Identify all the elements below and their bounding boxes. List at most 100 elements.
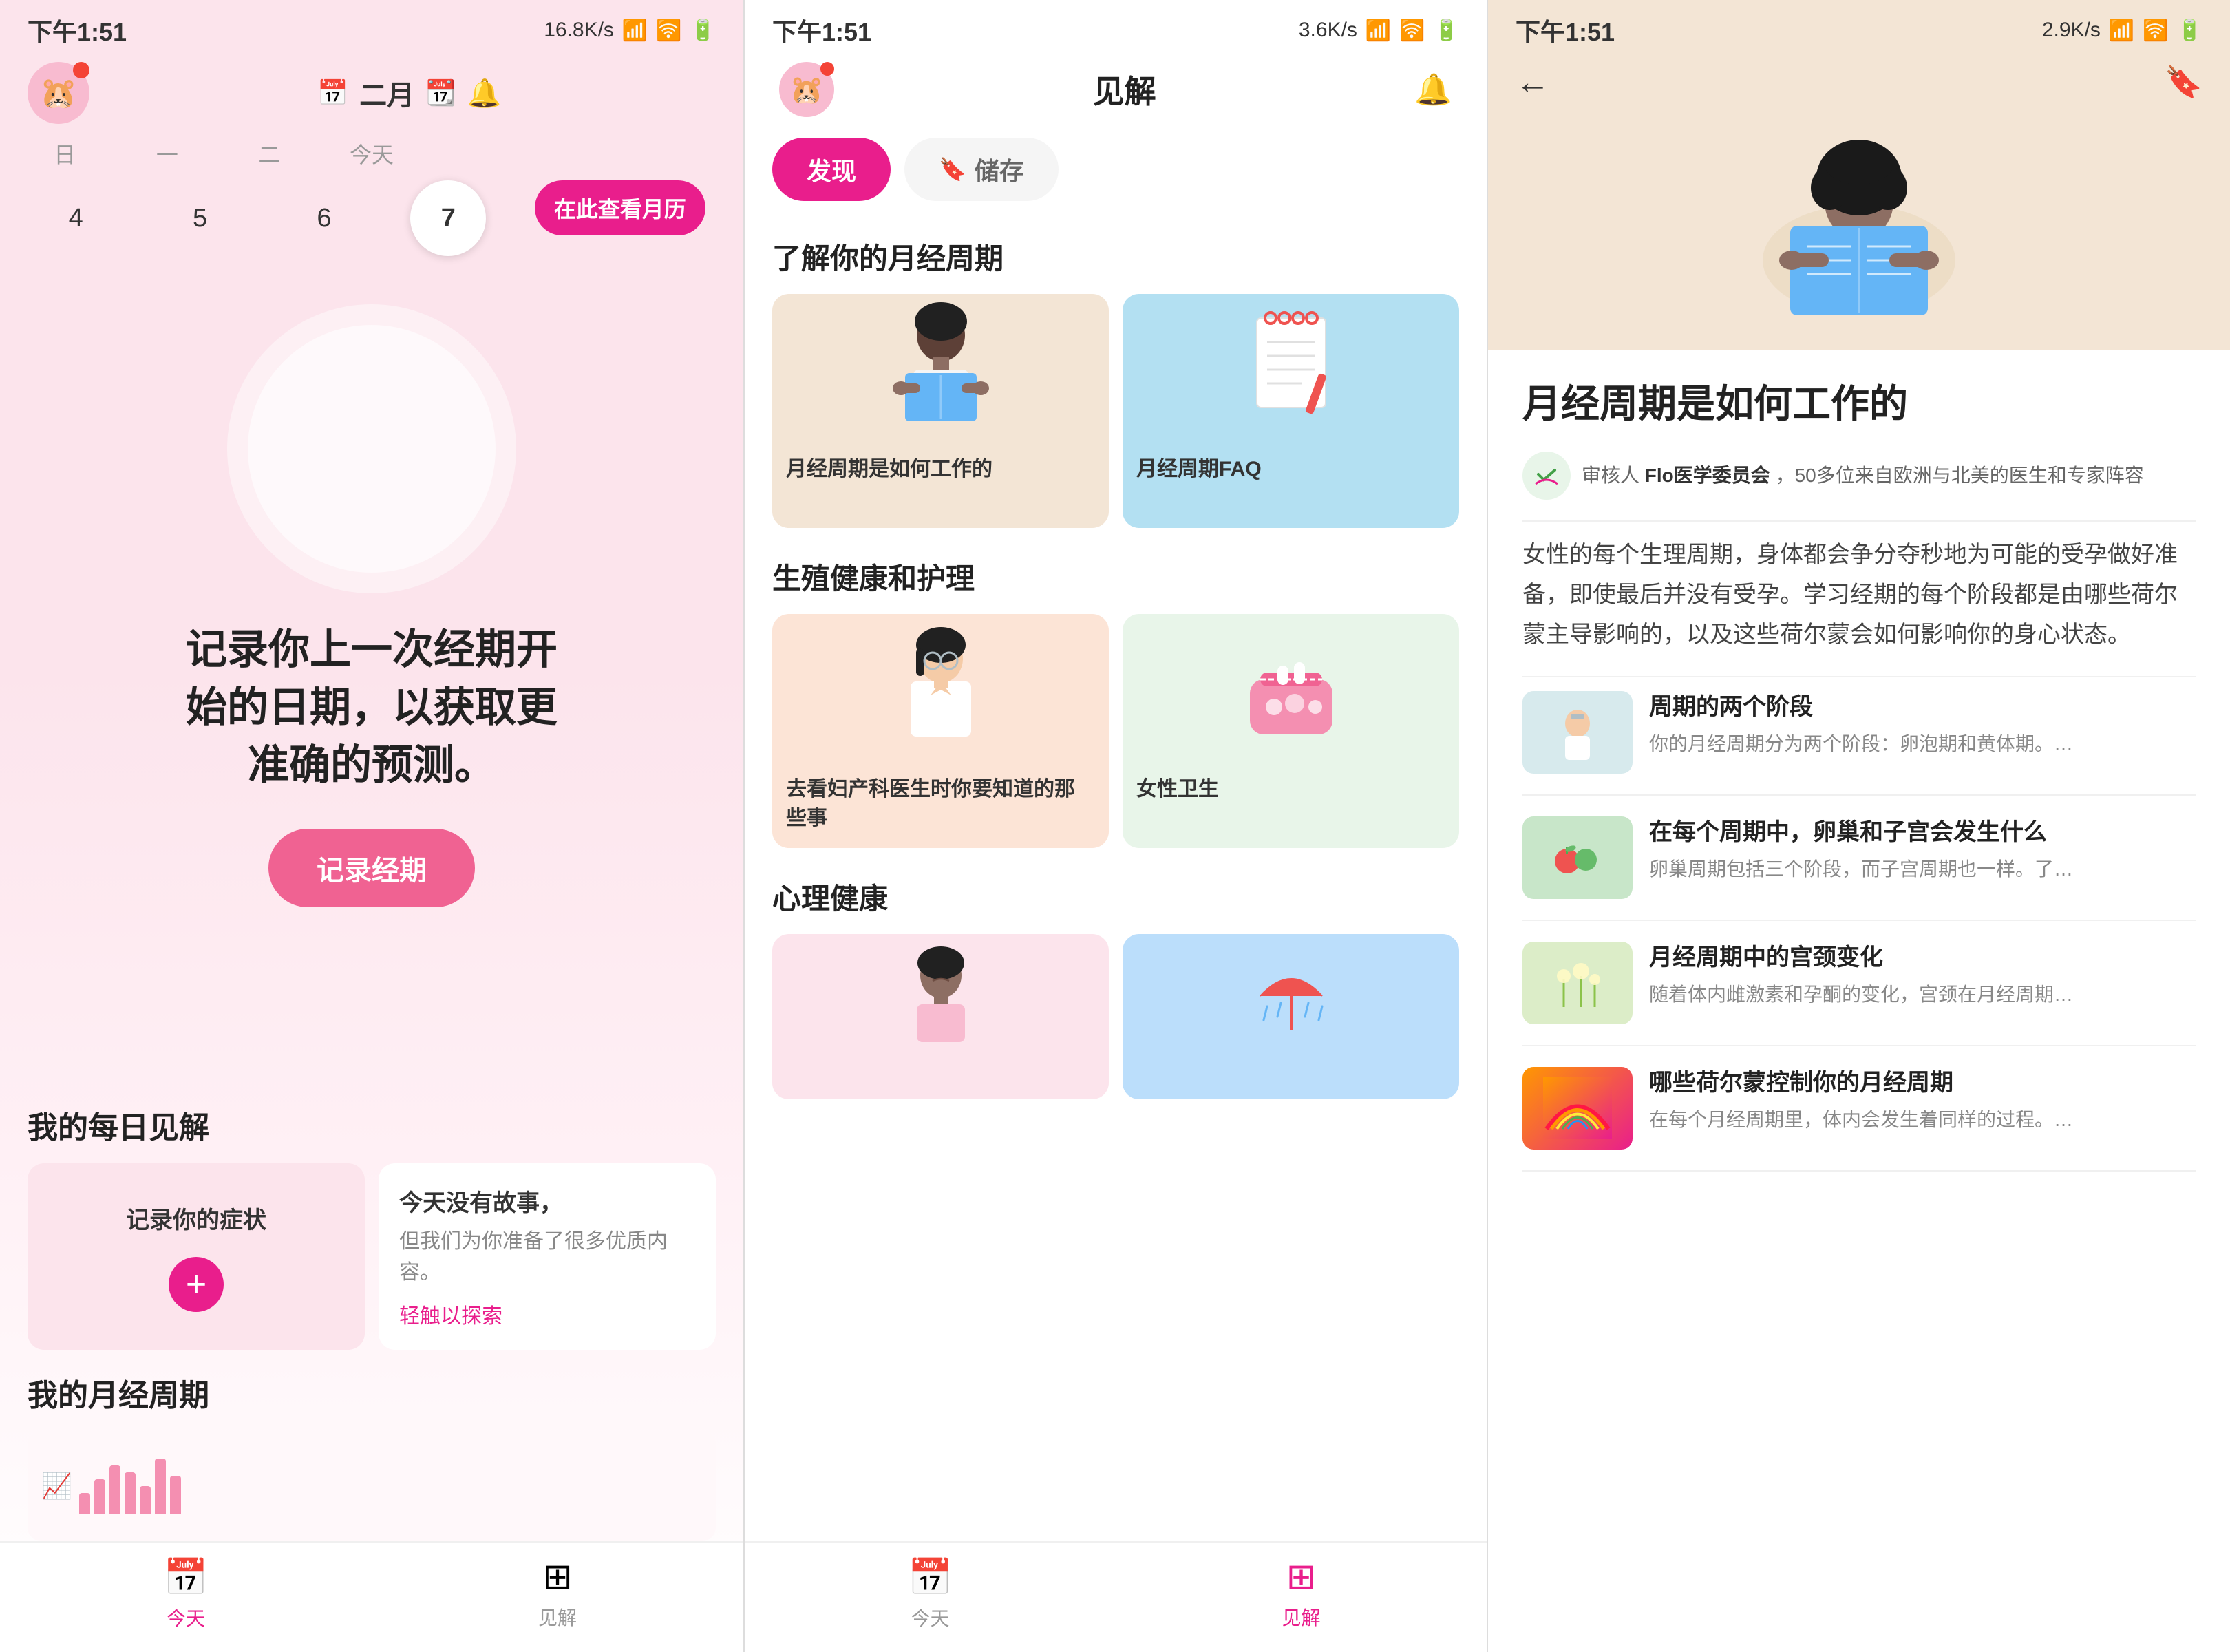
bell-icon-p2[interactable]: 🔔	[1414, 72, 1452, 107]
main-prediction-text: 记录你上一次经期开始的日期，以获取更准确的预测。	[172, 621, 571, 794]
date-4[interactable]: 4	[38, 180, 114, 256]
related-item-3[interactable]: 哪些荷尔蒙控制你的月经周期 在每个月经周期里，体内会发生着同样的过程。…	[1522, 1067, 2196, 1172]
card2-image	[1123, 294, 1459, 445]
hygiene-illustration	[1236, 624, 1346, 755]
status-bar-p3: 下午1:51 2.9K/s 📶 🛜 🔋	[1488, 0, 2230, 55]
symptom-card-title: 记录你的症状	[126, 1201, 266, 1235]
related-item-1[interactable]: 在每个周期中，卵巢和子宫会发生什么 卵巢周期包括三个阶段，而子宫周期也一样。了…	[1522, 816, 2196, 921]
avatar-p1[interactable]: 🐹	[28, 62, 89, 124]
related-img-2	[1522, 942, 1633, 1024]
article-body: 女性的每个生理周期，身体都会争分夺秒地为可能的受孕做好准备，即使最后并没有受孕。…	[1522, 536, 2196, 655]
card4-image	[1123, 614, 1459, 765]
reviewer-check-icon	[1533, 462, 1560, 489]
day-mon: 一	[129, 138, 205, 169]
period-section-title: 我的月经周期	[28, 1370, 716, 1415]
nav-today-p2[interactable]: 📅 今天	[745, 1556, 1116, 1631]
reviewer-label: 审核人	[1582, 465, 1639, 486]
day-tue: 二	[231, 138, 307, 169]
network-speed-p3: 2.9K/s	[2042, 19, 2101, 42]
tab-save[interactable]: 🔖 储存	[904, 138, 1059, 201]
nav-today[interactable]: 📅 今天	[0, 1556, 372, 1631]
related-text-1: 在每个周期中，卵巢和子宫会发生什么 卵巢周期包括三个阶段，而子宫周期也一样。了…	[1649, 816, 2196, 899]
date-5[interactable]: 5	[162, 180, 238, 256]
related-title-2: 月经周期中的宫颈变化	[1649, 942, 2196, 975]
back-button[interactable]: ←	[1516, 62, 1550, 102]
time-p1: 下午1:51	[28, 12, 127, 48]
view-calendar-btn[interactable]: 在此查看月历	[535, 180, 705, 235]
reviewer-org: Flo医学委员会	[1645, 465, 1770, 486]
week-header: 日 一 二 今天	[0, 138, 743, 180]
section2-cards: 去看妇产科医生时你要知道的那些事	[772, 614, 1459, 848]
card-mental1[interactable]	[772, 934, 1109, 1099]
related-desc-2: 随着体内雌激素和孕酮的变化，宫颈在月经周期…	[1649, 981, 2196, 1008]
bar-7	[170, 1476, 181, 1514]
record-period-button[interactable]: 记录经期	[268, 829, 475, 907]
symptom-card[interactable]: 记录你的症状 +	[28, 1163, 365, 1350]
network-speed-p2: 3.6K/s	[1299, 19, 1357, 42]
nav-insights-p2[interactable]: ⊞ 见解	[1116, 1556, 1487, 1631]
bar-2	[94, 1479, 105, 1514]
notebook-illustration	[1240, 304, 1343, 435]
calendar-icon: 📅	[317, 78, 348, 107]
bell-icon-p1[interactable]: 🔔	[467, 77, 502, 109]
day-sun: 日	[27, 138, 103, 169]
status-icons-p2: 3.6K/s 📶 🛜 🔋	[1299, 19, 1459, 43]
card-mental1-image	[772, 934, 1109, 1058]
reviewer-desc: ，50多位来自欧洲与北美的医生和专家阵容	[1776, 465, 2144, 486]
article-content[interactable]: 月经周期是如何工作的 审核人 Flo医学委员会 ，50多位来自欧洲与北美的医生和…	[1488, 350, 2230, 1652]
related-desc-0: 你的月经周期分为两个阶段：卵泡期和黄体期。…	[1649, 730, 2196, 757]
add-symptom-button[interactable]: +	[169, 1257, 224, 1312]
day-sat	[641, 138, 716, 169]
month-label: 二月	[359, 73, 414, 113]
date-7-today[interactable]: 7	[410, 180, 486, 256]
rain-illustration	[1246, 941, 1336, 1051]
avatar-p2[interactable]: 🐹	[779, 62, 834, 117]
time-p2: 下午1:51	[772, 12, 871, 48]
panel-insights: 下午1:51 3.6K/s 📶 🛜 🔋 🐹 见解 🔔 发现 🔖 储存 了解你的月…	[743, 0, 1487, 1652]
bookmark-button[interactable]: 🔖	[2165, 64, 2202, 100]
card-faq[interactable]: 月经周期FAQ	[1123, 294, 1459, 528]
related-desc-1: 卵巢周期包括三个阶段，而子宫周期也一样。了…	[1649, 856, 2196, 882]
bar-1	[79, 1493, 90, 1514]
daily-insights-section: 我的每日见解 记录你的症状 + 今天没有故事， 但我们为你准备了很多优质内容。 …	[0, 1103, 743, 1350]
card-menstrual-cycle[interactable]: 月经周期是如何工作的	[772, 294, 1109, 528]
nav-insights[interactable]: ⊞ 见解	[372, 1556, 743, 1631]
related-title-0: 周期的两个阶段	[1649, 691, 2196, 724]
battery-icon-p3: 🔋	[2177, 19, 2202, 43]
related-item-0[interactable]: 周期的两个阶段 你的月经周期分为两个阶段：卵泡期和黄体期。…	[1522, 691, 2196, 796]
status-icons-p3: 2.9K/s 📶 🛜 🔋	[2042, 19, 2202, 43]
period-section: 我的月经周期 📈	[0, 1350, 743, 1541]
no-story-title: 今天没有故事，	[399, 1184, 695, 1218]
insights-scroll[interactable]: 了解你的月经周期	[745, 215, 1487, 1541]
date-6[interactable]: 6	[286, 180, 362, 256]
chart-placeholder: 📈	[41, 1472, 72, 1501]
section1-cards: 月经周期是如何工作的	[772, 294, 1459, 528]
nav-insights-label: 见解	[538, 1603, 577, 1631]
doctor-img-0	[1543, 701, 1612, 763]
notification-badge-p1	[73, 62, 89, 78]
related-text-0: 周期的两个阶段 你的月经周期分为两个阶段：卵泡期和黄体期。…	[1649, 691, 2196, 774]
card-doctor[interactable]: 去看妇产科医生时你要知道的那些事	[772, 614, 1109, 848]
battery-icon-p2: 🔋	[1434, 19, 1459, 43]
divider-2	[1522, 676, 2196, 677]
signal-icon-p3: 📶	[2109, 19, 2134, 43]
panel-home: 下午1:51 16.8K/s 📶 🛜 🔋 🐹 📅 二月 📆 🔔 日 一 二 今天	[0, 0, 743, 1652]
sad-person-illustration	[896, 941, 986, 1051]
notification-badge-p2	[820, 62, 834, 76]
explore-link[interactable]: 轻触以探索	[399, 1299, 695, 1329]
battery-icon-p1: 🔋	[690, 19, 716, 43]
card-hygiene[interactable]: 女性卫生	[1123, 614, 1459, 848]
tab-discover[interactable]: 发现	[772, 138, 891, 201]
no-story-card[interactable]: 今天没有故事， 但我们为你准备了很多优质内容。 轻触以探索	[379, 1163, 716, 1350]
today-icon: 📅	[164, 1556, 209, 1598]
panel-article: 下午1:51 2.9K/s 📶 🛜 🔋 ← 🔖	[1487, 0, 2230, 1652]
wifi-icon-p1: 🛜	[656, 19, 681, 43]
day-fri	[538, 138, 614, 169]
status-bar-p1: 下午1:51 16.8K/s 📶 🛜 🔋	[0, 0, 743, 55]
card-mental2[interactable]	[1123, 934, 1459, 1099]
related-item-2[interactable]: 月经周期中的宫颈变化 随着体内雌激素和孕酮的变化，宫颈在月经周期…	[1522, 942, 2196, 1046]
related-text-3: 哪些荷尔蒙控制你的月经周期 在每个月经周期里，体内会发生着同样的过程。…	[1649, 1067, 2196, 1150]
related-title-3: 哪些荷尔蒙控制你的月经周期	[1649, 1067, 2196, 1100]
related-img-1	[1522, 816, 1633, 899]
section1-title: 了解你的月经周期	[772, 235, 1459, 277]
